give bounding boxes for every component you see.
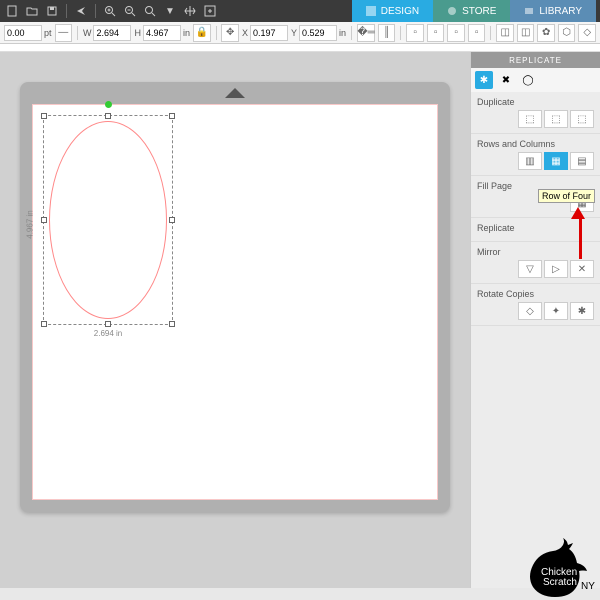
ungroup-icon[interactable]: ◫ [517, 24, 535, 42]
row-three-icon[interactable]: ▥ [518, 152, 542, 170]
x-input[interactable] [250, 25, 288, 41]
mirror-both-icon[interactable]: ✕ [570, 260, 594, 278]
handle-bm[interactable] [105, 321, 111, 327]
rows-cols-label: Rows and Columns [477, 139, 594, 149]
col-icon[interactable]: ▤ [570, 152, 594, 170]
handle-lm[interactable] [41, 217, 47, 223]
property-toolbar: pt — W Hin 🔒 ✥ X Yin �═ ║ ▫ ▫ ▫ ▫ ◫ ◫ ✿ … [0, 22, 600, 44]
height-input[interactable] [143, 25, 181, 41]
mirror-v-icon[interactable]: ▷ [544, 260, 568, 278]
width-dimension: 2.694 in [44, 329, 172, 338]
rotate-handle[interactable] [105, 101, 112, 108]
annotation-arrow [576, 207, 585, 259]
arrange4-icon[interactable]: ▫ [468, 24, 486, 42]
dup-down-icon[interactable]: ⬚ [570, 110, 594, 128]
move-icon[interactable]: ✥ [221, 24, 239, 42]
path-icon[interactable]: ◇ [578, 24, 596, 42]
cutting-mat: 2.694 in 4.967 in [20, 82, 450, 512]
rotate1-icon[interactable]: ◇ [518, 302, 542, 320]
ellipse-shape[interactable] [49, 121, 167, 319]
tab-store[interactable]: STORE [433, 0, 510, 22]
file-icon[interactable] [4, 3, 20, 19]
lock-aspect-icon[interactable]: 🔒 [193, 24, 211, 42]
rotate2-icon[interactable]: ✦ [544, 302, 568, 320]
folder-icon[interactable] [24, 3, 40, 19]
handle-tr[interactable] [169, 113, 175, 119]
arrange3-icon[interactable]: ▫ [447, 24, 465, 42]
group-icon[interactable]: ◫ [496, 24, 514, 42]
dup-left-icon[interactable]: ⬚ [518, 110, 542, 128]
flower-icon[interactable]: ✿ [537, 24, 555, 42]
arrange1-icon[interactable]: ▫ [406, 24, 424, 42]
save-icon[interactable] [44, 3, 60, 19]
width-input[interactable] [93, 25, 131, 41]
panel-title: REPLICATE [471, 52, 600, 68]
tab-library[interactable]: LIBRARY [510, 0, 596, 22]
row-four-icon[interactable]: ▦ [544, 152, 568, 170]
handle-bl[interactable] [41, 321, 47, 327]
replicate-panel: REPLICATE ✱ ✖ ◯ Duplicate ⬚ ⬚ ⬚ Rows and… [470, 52, 600, 588]
panel-tab-replicate-icon[interactable]: ✱ [475, 71, 493, 89]
duplicate-label: Duplicate [477, 97, 594, 107]
send-icon[interactable] [73, 3, 89, 19]
pan-icon[interactable] [182, 3, 198, 19]
mat-arrow-icon [225, 88, 245, 98]
handle-br[interactable] [169, 321, 175, 327]
fit-icon[interactable] [202, 3, 218, 19]
workspace[interactable]: 2.694 in 4.967 in [0, 52, 470, 588]
handle-tm[interactable] [105, 113, 111, 119]
selection-box[interactable]: 2.694 in 4.967 in [43, 115, 173, 325]
height-dimension: 4.967 in [26, 210, 35, 238]
design-page[interactable]: 2.694 in 4.967 in [32, 104, 438, 500]
arrange2-icon[interactable]: ▫ [427, 24, 445, 42]
zoom-in-icon[interactable] [102, 3, 118, 19]
panel-tab-tools-icon[interactable]: ✖ [497, 71, 515, 89]
rotate3-icon[interactable]: ✱ [570, 302, 594, 320]
dup-right-icon[interactable]: ⬚ [544, 110, 568, 128]
zoom-sel-icon[interactable] [142, 3, 158, 19]
align-v-icon[interactable]: ║ [378, 24, 396, 42]
align-h-icon[interactable]: �═ [357, 24, 375, 42]
watermark: Chicken Scratch NY [505, 535, 600, 600]
zoom-fit-icon[interactable]: ▼ [162, 3, 178, 19]
handle-rm[interactable] [169, 217, 175, 223]
y-input[interactable] [299, 25, 337, 41]
svg-text:NY: NY [581, 581, 595, 592]
stroke-style-icon[interactable]: — [55, 24, 73, 42]
tab-design[interactable]: DESIGN [352, 0, 433, 22]
handle-tl[interactable] [41, 113, 47, 119]
main-toolbar: ▼ DESIGN STORE LIBRARY [0, 0, 600, 22]
zoom-out-icon[interactable] [122, 3, 138, 19]
shape-icon[interactable]: ⬡ [558, 24, 576, 42]
stroke-input[interactable] [4, 25, 42, 41]
tooltip: Row of Four [538, 189, 595, 203]
rotate-label: Rotate Copies [477, 289, 594, 299]
svg-text:Scratch: Scratch [543, 577, 577, 588]
mirror-h-icon[interactable]: ▽ [518, 260, 542, 278]
panel-tab-object-icon[interactable]: ◯ [519, 71, 537, 89]
